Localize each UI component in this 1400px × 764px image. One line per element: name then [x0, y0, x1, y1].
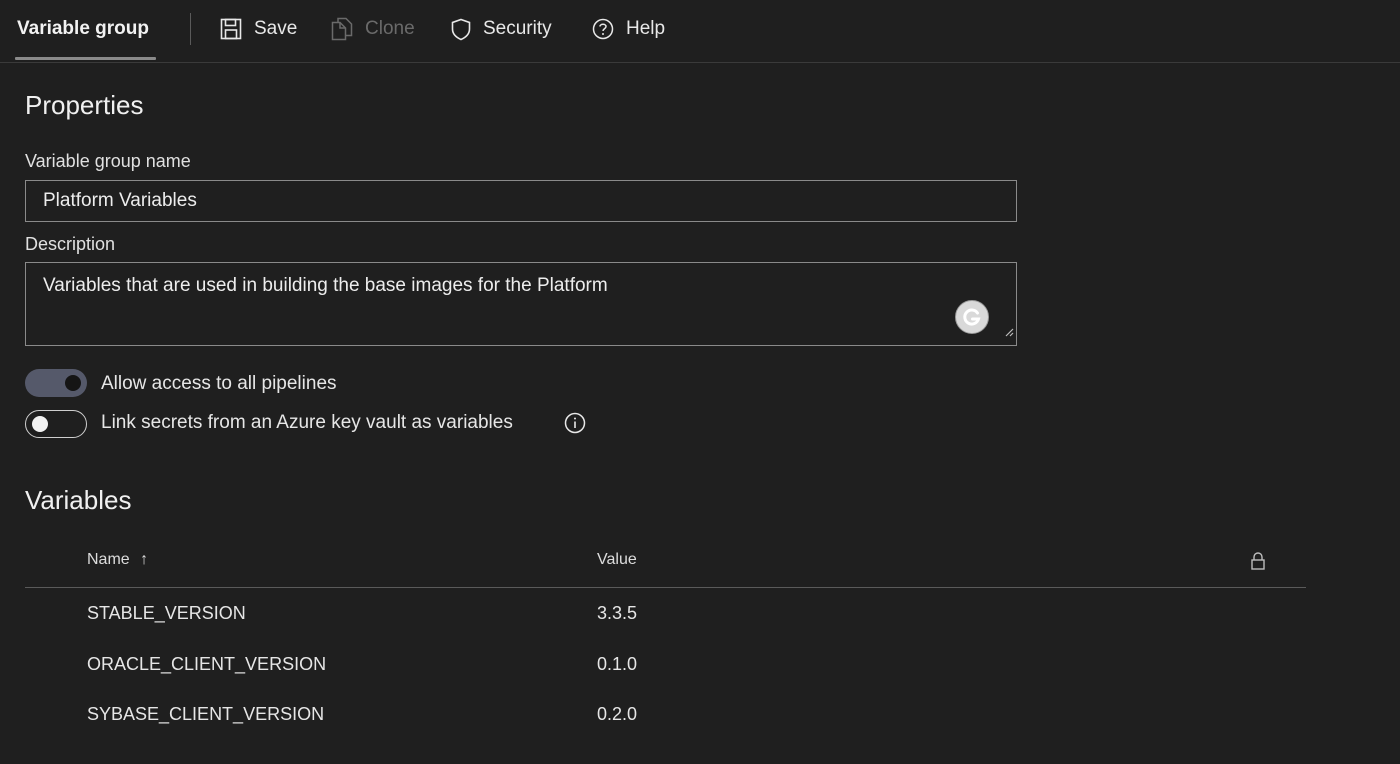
variable-group-name-value: Platform Variables	[43, 190, 197, 211]
toolbar-divider	[190, 13, 191, 45]
shield-icon	[451, 18, 471, 41]
save-icon	[220, 18, 242, 40]
properties-heading: Properties	[25, 90, 144, 120]
variable-name-cell[interactable]: ORACLE_CLIENT_VERSION	[87, 654, 326, 675]
lock-icon	[1250, 551, 1266, 576]
variable-name-cell[interactable]: STABLE_VERSION	[87, 603, 246, 624]
variable-name-cell[interactable]: SYBASE_CLIENT_VERSION	[87, 704, 324, 725]
help-button[interactable]: Help	[592, 14, 665, 44]
link-key-vault-label: Link secrets from an Azure key vault as …	[101, 412, 513, 433]
name-column-label: Name	[87, 551, 130, 568]
security-button[interactable]: Security	[451, 14, 552, 44]
name-field-label: Variable group name	[25, 151, 191, 171]
security-label: Security	[483, 18, 552, 39]
table-header-divider	[25, 587, 1306, 588]
variable-value-cell[interactable]: 0.1.0	[597, 654, 637, 675]
toggle-knob	[32, 416, 48, 432]
save-button[interactable]: Save	[220, 14, 297, 44]
clone-icon	[331, 17, 353, 41]
link-key-vault-toggle[interactable]	[25, 410, 87, 438]
description-field-label: Description	[25, 234, 116, 254]
grammarly-icon[interactable]	[955, 300, 989, 334]
variables-heading: Variables	[25, 485, 132, 515]
active-tab-indicator	[15, 57, 156, 60]
clone-label: Clone	[365, 18, 415, 39]
help-label: Help	[626, 18, 666, 39]
info-icon[interactable]	[564, 412, 586, 439]
toolbar: Variable group Save Clone Security Help	[0, 0, 1400, 63]
variable-value-cell[interactable]: 3.3.5	[597, 603, 637, 624]
clone-button[interactable]: Clone	[331, 14, 415, 44]
save-label: Save	[254, 18, 298, 39]
variable-value-cell[interactable]: 0.2.0	[597, 704, 637, 725]
description-textarea[interactable]: Variables that are used in building the …	[25, 262, 1017, 346]
sort-ascending-icon: ↑	[140, 551, 149, 568]
variable-group-name-input[interactable]: Platform Variables	[25, 180, 1017, 222]
description-value: Variables that are used in building the …	[43, 275, 608, 296]
help-circle-icon	[592, 18, 614, 40]
tab-variable-group[interactable]: Variable group	[17, 18, 149, 40]
value-column-header: Value	[597, 551, 637, 568]
resize-grip-icon[interactable]	[1004, 321, 1014, 343]
toggle-knob	[65, 375, 81, 391]
name-column-header[interactable]: Name ↑	[87, 551, 148, 569]
allow-all-pipelines-toggle[interactable]	[25, 369, 87, 397]
allow-all-pipelines-label: Allow access to all pipelines	[101, 373, 337, 394]
